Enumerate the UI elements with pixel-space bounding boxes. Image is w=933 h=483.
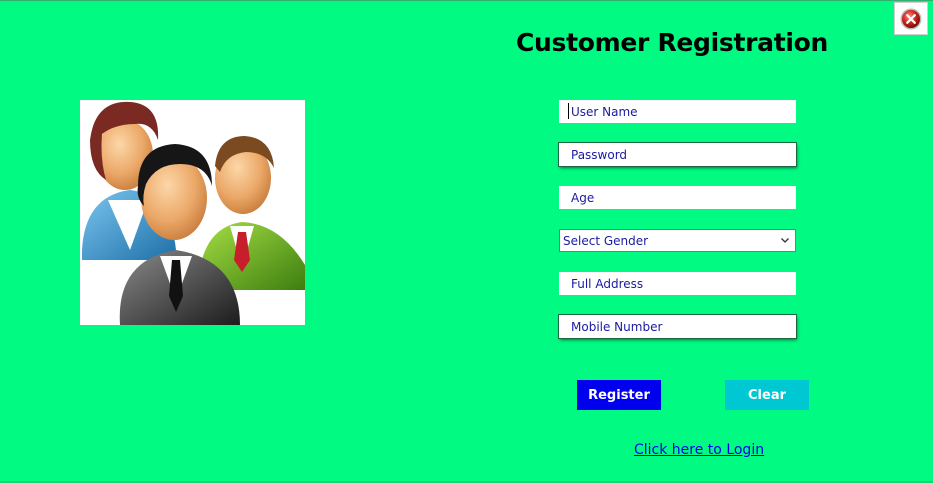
close-button[interactable] (894, 2, 928, 35)
username-input[interactable] (559, 100, 796, 123)
address-input[interactable] (559, 272, 796, 295)
register-button[interactable]: Register (577, 380, 661, 410)
page-title: Customer Registration (515, 28, 829, 57)
text-cursor (568, 103, 569, 119)
gender-select-value: Select Gender (563, 233, 649, 248)
close-icon (900, 8, 922, 29)
users-group-icon (82, 101, 305, 325)
mobile-input[interactable] (559, 315, 796, 338)
users-illustration (80, 100, 305, 325)
login-link[interactable]: Click here to Login (634, 442, 764, 458)
age-input[interactable] (559, 186, 796, 209)
gender-select[interactable]: Select Gender (559, 229, 796, 252)
window-top-border (0, 0, 933, 1)
chevron-down-icon (781, 238, 789, 243)
clear-button[interactable]: Clear (725, 380, 809, 410)
password-input[interactable] (559, 143, 796, 166)
